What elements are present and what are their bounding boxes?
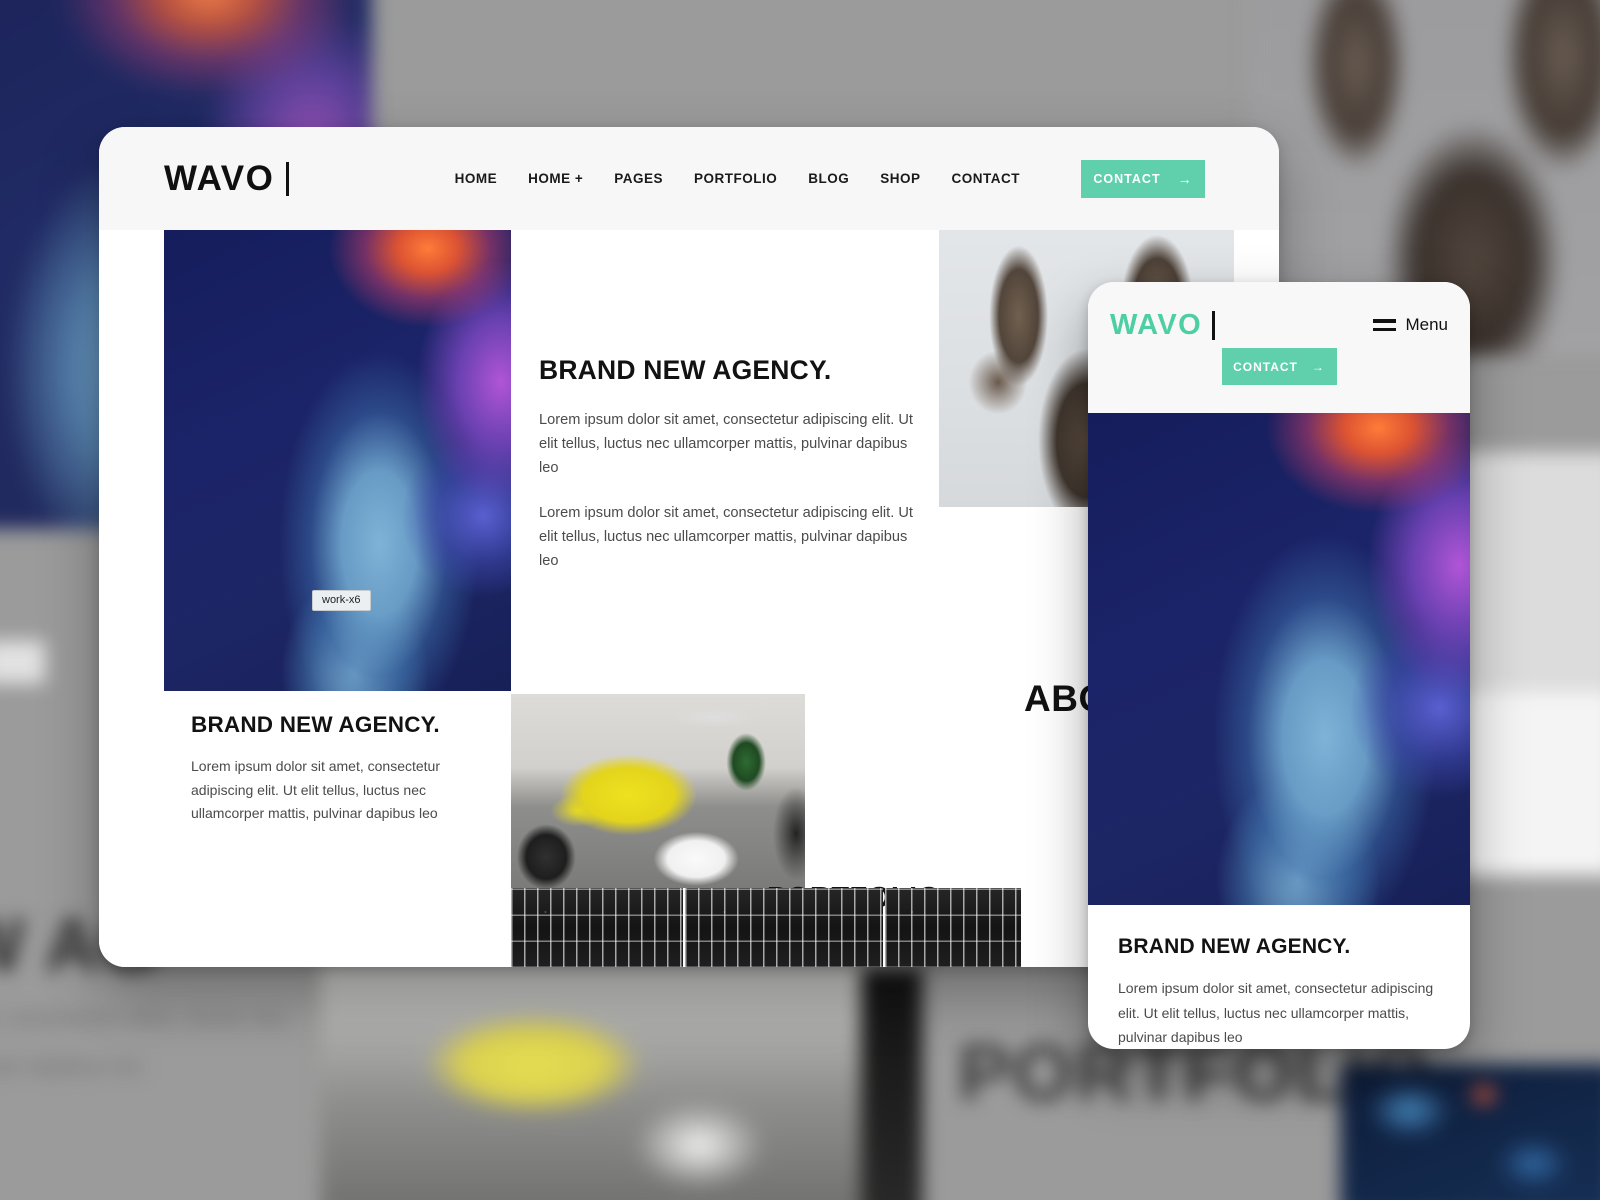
site-logo[interactable]: WAVO — [164, 158, 290, 199]
mobile-cta-row: CONTACT → — [1110, 348, 1448, 385]
arrow-right-icon: → — [1177, 170, 1193, 187]
mobile-preview-card: WAVO Menu CONTACT → BRAND NEW AGENCY. Lo… — [1088, 282, 1470, 1049]
nav-item-home-plus[interactable]: HOME + — [528, 171, 583, 186]
nav-item-home[interactable]: HOME — [455, 171, 498, 186]
hero-hoodie-image: work-x6 — [164, 230, 511, 691]
contact-cta-button[interactable]: CONTACT → — [1081, 159, 1205, 198]
mobile-hero-title: BRAND NEW AGENCY. — [1118, 935, 1351, 958]
background-smoke-image — [1340, 1064, 1600, 1200]
primary-navigation: HOME HOME + PAGES PORTFOLIO BLOG SHOP CO… — [455, 159, 1279, 198]
nav-item-shop[interactable]: SHOP — [880, 171, 920, 186]
hero-title: BRAND NEW AGENCY. — [539, 355, 832, 385]
contact-cta-label: CONTACT — [1093, 171, 1161, 186]
mobile-arrow-right-icon: → — [1311, 359, 1325, 374]
portfolio-grid-image-3[interactable] — [885, 888, 1021, 967]
lower-title: BRAND NEW AGENCY. — [191, 712, 440, 737]
screenshot-stage: W AG amet, consectetur ellus, luctus nec… — [0, 0, 1600, 1200]
site-logo-text: WAVO — [164, 158, 275, 198]
mobile-site-logo[interactable]: WAVO — [1110, 308, 1216, 342]
background-panel-left — [0, 640, 46, 684]
mobile-menu-toggle[interactable]: Menu — [1373, 315, 1448, 335]
background-dark-strip — [861, 967, 923, 1200]
logo-caret-icon — [286, 161, 290, 196]
mobile-copy-block: BRAND NEW AGENCY. Lorem ipsum dolor sit … — [1088, 905, 1470, 1049]
nav-item-blog[interactable]: BLOG — [808, 171, 849, 186]
hero-paragraph-1: Lorem ipsum dolor sit amet, consectetur … — [539, 412, 913, 476]
portfolio-grid-image-2[interactable] — [685, 888, 883, 967]
background-white-panel-right — [1452, 691, 1600, 876]
nav-item-contact[interactable]: CONTACT — [952, 171, 1021, 186]
background-sofa-image — [320, 962, 913, 1200]
mobile-site-logo-text: WAVO — [1110, 308, 1203, 341]
desktop-header: WAVO HOME HOME + PAGES PORTFOLIO BLOG SH… — [99, 127, 1279, 230]
lower-copy-block: BRAND NEW AGENCY. Lorem ipsum dolor sit … — [191, 712, 491, 826]
hero-paragraph-2: Lorem ipsum dolor sit amet, consectetur … — [539, 505, 913, 569]
mobile-hero-hoodie-image — [1088, 413, 1470, 905]
background-paragraph-text: amet, consectetur ellus, luctus nec pulv… — [0, 1003, 288, 1079]
mobile-menu-label: Menu — [1405, 315, 1448, 334]
portfolio-sofa-image[interactable] — [511, 694, 805, 888]
lower-paragraph: Lorem ipsum dolor sit amet, consectetur … — [191, 758, 440, 821]
work-x6-tooltip: work-x6 — [312, 590, 371, 612]
mobile-contact-cta-button[interactable]: CONTACT → — [1221, 348, 1337, 385]
nav-item-pages[interactable]: PAGES — [614, 171, 663, 186]
portfolio-grid-image-1[interactable] — [511, 888, 683, 967]
mobile-header-top-row: WAVO Menu — [1110, 282, 1448, 352]
mobile-header: WAVO Menu CONTACT → — [1088, 282, 1470, 413]
hero-copy-block: BRAND NEW AGENCY. Lorem ipsum dolor sit … — [539, 355, 919, 574]
nav-item-portfolio[interactable]: PORTFOLIO — [694, 171, 777, 186]
hamburger-icon — [1373, 319, 1397, 331]
mobile-hero-paragraph: Lorem ipsum dolor sit amet, consectetur … — [1118, 980, 1434, 1045]
mobile-logo-caret-icon — [1212, 310, 1216, 340]
mobile-contact-cta-label: CONTACT — [1233, 359, 1298, 374]
